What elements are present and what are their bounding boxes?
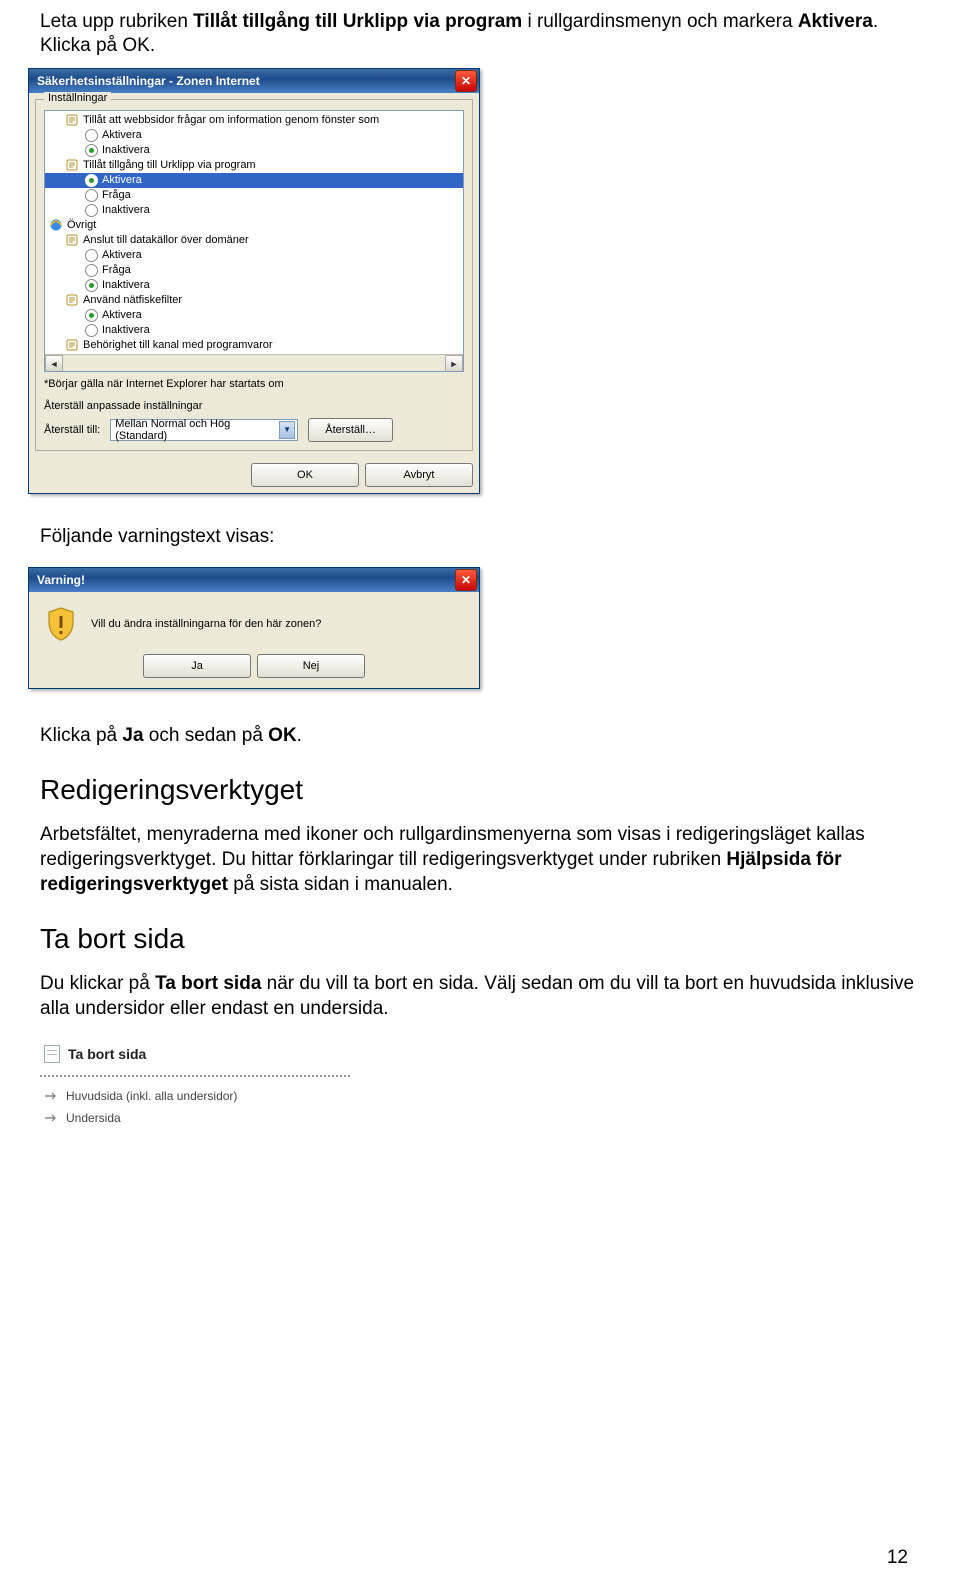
settings-tree[interactable]: Tillåt att webbsidor frågar om informati… <box>44 110 464 372</box>
shield-icon <box>45 606 77 642</box>
settings-category: Övrigt <box>45 218 463 233</box>
chevron-down-icon: ▼ <box>279 421 295 439</box>
intro-paragraph: Leta upp rubriken Tillåt tillgång till U… <box>40 10 920 58</box>
arrow-right-icon <box>44 1091 58 1101</box>
settings-radio-option[interactable]: Inaktivera <box>45 278 463 293</box>
radio-icon <box>85 249 98 262</box>
intro-text: Leta upp rubriken <box>40 11 193 32</box>
yes-button[interactable]: Ja <box>143 654 251 678</box>
radio-icon <box>85 189 98 202</box>
settings-row-label: Aktivera <box>102 249 142 261</box>
cancel-button[interactable]: Avbryt <box>365 463 473 487</box>
restart-note: *Börjar gälla när Internet Explorer har … <box>44 378 464 390</box>
settings-row-label: Inaktivera <box>102 279 150 291</box>
radio-icon <box>85 204 98 217</box>
menu-title: Ta bort sida <box>68 1046 146 1062</box>
radio-icon <box>85 279 98 292</box>
settings-radio-option[interactable]: Aktivera <box>45 173 463 188</box>
settings-radio-option[interactable]: Aktivera <box>45 128 463 143</box>
radio-icon <box>85 144 98 157</box>
scroll-left-button[interactable]: ◄ <box>45 355 63 372</box>
settings-radio-option[interactable]: Aktivera <box>45 308 463 323</box>
settings-radio-option[interactable]: Fråga <box>45 188 463 203</box>
radio-icon <box>85 264 98 277</box>
security-settings-dialog: Säkerhetsinställningar - Zonen Internet … <box>28 68 480 494</box>
radio-icon <box>85 129 98 142</box>
reset-button[interactable]: Återställ… <box>308 418 393 442</box>
no-button[interactable]: Nej <box>257 654 365 678</box>
settings-category: Behörighet till kanal med programvaror <box>45 338 463 353</box>
settings-category: Tillåt att webbsidor frågar om informati… <box>45 113 463 128</box>
close-button[interactable]: ✕ <box>455 569 477 591</box>
reset-section-label: Återställ anpassade inställningar <box>44 400 464 412</box>
close-button[interactable]: ✕ <box>455 70 477 92</box>
settings-row-label: Fråga <box>102 189 131 201</box>
menu-item-huvudsida[interactable]: Huvudsida (inkl. alla undersidor) <box>40 1085 350 1107</box>
settings-row-label: Inaktivera <box>102 204 150 216</box>
redig-paragraph: Arbetsfältet, menyraderna med ikoner och… <box>40 822 920 897</box>
heading-redigeringsverktyget: Redigeringsverktyget <box>40 774 920 806</box>
settings-category: Anslut till datakällor över domäner <box>45 233 463 248</box>
dialog-title: Säkerhetsinställningar - Zonen Internet <box>37 74 455 88</box>
dialog-titlebar: Säkerhetsinställningar - Zonen Internet … <box>29 69 479 93</box>
tabort-paragraph: Du klickar på Ta bort sida när du vill t… <box>40 971 920 1021</box>
ok-button[interactable]: OK <box>251 463 359 487</box>
scroll-icon <box>65 233 79 247</box>
settings-row-label: Tillåt tillgång till Urklipp via program <box>83 159 256 171</box>
delete-page-menu: Ta bort sida Huvudsida (inkl. alla under… <box>40 1039 350 1129</box>
settings-row-label: Inaktivera <box>102 144 150 156</box>
settings-row-label: Tillåt att webbsidor frågar om informati… <box>83 114 379 126</box>
warning-text: Vill du ändra inställningarna för den hä… <box>91 618 321 630</box>
reset-to-label: Återställ till: <box>44 424 100 436</box>
scroll-icon <box>65 113 79 127</box>
settings-category: Tillåt tillgång till Urklipp via program <box>45 158 463 173</box>
settings-row-label: Använd nätfiskefilter <box>83 294 182 306</box>
separator <box>40 1075 350 1077</box>
settings-radio-option[interactable]: Fråga <box>45 263 463 278</box>
settings-row-label: Fråga <box>102 264 131 276</box>
scroll-right-button[interactable]: ► <box>445 355 463 372</box>
radio-icon <box>85 309 98 322</box>
combo-value: Mellan Normal och Hög (Standard) <box>115 418 279 442</box>
settings-row-label: Aktivera <box>102 129 142 141</box>
document-icon <box>44 1045 60 1063</box>
page-number: 12 <box>887 1547 908 1569</box>
reset-level-combo[interactable]: Mellan Normal och Hög (Standard) ▼ <box>110 419 298 441</box>
radio-icon <box>85 174 98 187</box>
scroll-icon <box>65 293 79 307</box>
settings-radio-option[interactable]: Aktivera <box>45 248 463 263</box>
menu-item-undersida[interactable]: Undersida <box>40 1107 350 1129</box>
settings-row-label: Aktivera <box>102 309 142 321</box>
intro-text: i rullgardinsmenyn och markera <box>522 11 798 32</box>
warning-intro-text: Följande varningstext visas: <box>40 524 920 549</box>
settings-row-label: Anslut till datakällor över domäner <box>83 234 249 246</box>
settings-row-label: Inaktivera <box>102 324 150 336</box>
settings-radio-option[interactable]: Inaktivera <box>45 203 463 218</box>
dialog-title: Varning! <box>37 573 455 587</box>
menu-item-label: Huvudsida (inkl. alla undersidor) <box>66 1089 237 1103</box>
settings-groupbox: Inställningar Tillåt att webbsidor fråga… <box>35 99 473 451</box>
arrow-right-icon <box>44 1113 58 1123</box>
scroll-icon <box>65 338 79 352</box>
settings-radio-option[interactable]: Inaktivera <box>45 143 463 158</box>
radio-icon <box>85 324 98 337</box>
scroll-icon <box>65 158 79 172</box>
intro-bold-2: Aktivera <box>798 11 873 32</box>
after-warning-text: Klicka på Ja och sedan på OK. <box>40 723 920 748</box>
intro-bold-1: Tillåt tillgång till Urklipp via program <box>193 11 522 32</box>
settings-row-label: Aktivera <box>102 174 142 186</box>
settings-category: Använd nätfiskefilter <box>45 293 463 308</box>
settings-row-label: Behörighet till kanal med programvaror <box>83 339 273 351</box>
ie-icon <box>49 218 63 232</box>
menu-title-row: Ta bort sida <box>40 1039 350 1069</box>
settings-radio-option[interactable]: Inaktivera <box>45 323 463 338</box>
warning-dialog: Varning! ✕ Vill du ändra inställningarna… <box>28 567 480 689</box>
heading-ta-bort-sida: Ta bort sida <box>40 923 920 955</box>
groupbox-label: Inställningar <box>44 92 111 104</box>
horizontal-scrollbar[interactable]: ◄ ► <box>45 354 463 371</box>
menu-item-label: Undersida <box>66 1111 121 1125</box>
settings-row-label: Övrigt <box>67 219 96 231</box>
dialog-titlebar: Varning! ✕ <box>29 568 479 592</box>
